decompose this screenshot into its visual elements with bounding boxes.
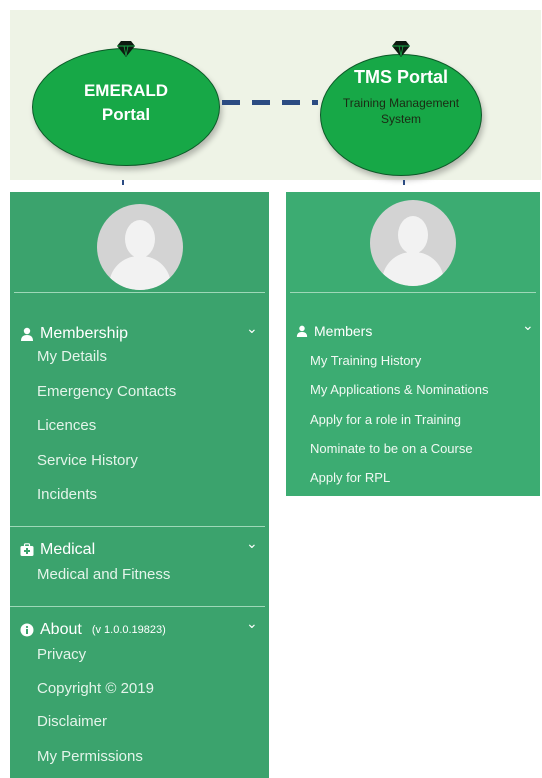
membership-section-header[interactable]: Membership: [20, 325, 128, 343]
user-icon: [21, 327, 33, 341]
medical-label: Medical: [40, 541, 96, 558]
about-section-header[interactable]: About (v 1.0.0.19823): [20, 621, 166, 639]
divider: [290, 292, 536, 293]
menu-item-copyright[interactable]: Copyright © 2019: [37, 680, 154, 697]
medical-kit-icon: [20, 543, 34, 556]
divider: [10, 526, 265, 527]
menu-item-privacy[interactable]: Privacy: [37, 646, 86, 663]
menu-item-incidents[interactable]: Incidents: [37, 486, 97, 503]
app-version: (v 1.0.0.19823): [91, 624, 166, 636]
menu-item-my-applications-nominations[interactable]: My Applications & Nominations: [310, 382, 488, 397]
chevron-down-icon[interactable]: ⌄: [246, 615, 258, 632]
avatar[interactable]: [96, 204, 183, 290]
emerald-portal-title: EMERALD Portal: [83, 81, 169, 124]
emerald-sidebar: Membership ⌄ My Details Emergency Contac…: [10, 192, 269, 778]
info-icon: [20, 623, 34, 637]
menu-item-apply-rpl[interactable]: Apply for RPL: [310, 470, 390, 485]
profile-area: [286, 192, 540, 292]
chevron-down-icon[interactable]: ⌄: [246, 535, 258, 552]
menu-item-my-training-history[interactable]: My Training History: [310, 353, 421, 368]
members-label: Members: [314, 323, 373, 339]
about-label: About: [40, 621, 82, 638]
tms-portal-title: TMS Portal: [353, 67, 448, 87]
chevron-down-icon[interactable]: ⌄: [246, 320, 258, 337]
menu-item-my-permissions[interactable]: My Permissions: [37, 748, 143, 765]
menu-item-nominate-course[interactable]: Nominate to be on a Course: [310, 441, 473, 456]
menu-item-medical-and-fitness[interactable]: Medical and Fitness: [37, 566, 170, 583]
diamond-icon: [117, 41, 135, 57]
divider: [10, 606, 265, 607]
emerald-portal-node: EMERALD Portal: [32, 41, 220, 166]
diamond-icon: [392, 41, 410, 57]
user-icon: [296, 325, 308, 337]
menu-item-licences[interactable]: Licences: [37, 417, 96, 434]
divider: [14, 292, 265, 293]
portal-connector: [222, 100, 318, 105]
connector-tick: [403, 180, 405, 185]
avatar[interactable]: [370, 200, 456, 286]
menu-item-apply-for-role[interactable]: Apply for a role in Training: [310, 412, 461, 427]
menu-item-my-details[interactable]: My Details: [37, 348, 107, 365]
tms-portal-subtitle: Training Management System: [342, 96, 460, 126]
connector-tick: [122, 180, 124, 185]
membership-label: Membership: [40, 325, 129, 342]
profile-area: [10, 192, 269, 292]
portal-diagram: EMERALD Portal TMS Portal Training Manag…: [10, 10, 541, 185]
menu-item-service-history[interactable]: Service History: [37, 452, 138, 469]
menu-item-emergency-contacts[interactable]: Emergency Contacts: [37, 383, 176, 400]
tms-sidebar: Members ⌄ My Training History My Applica…: [286, 192, 540, 496]
medical-section-header[interactable]: Medical: [20, 541, 95, 559]
members-section-header[interactable]: Members: [296, 323, 372, 339]
tms-portal-node: TMS Portal Training Management System: [320, 41, 482, 176]
menu-item-disclaimer[interactable]: Disclaimer: [37, 713, 107, 730]
chevron-down-icon[interactable]: ⌄: [522, 317, 534, 334]
